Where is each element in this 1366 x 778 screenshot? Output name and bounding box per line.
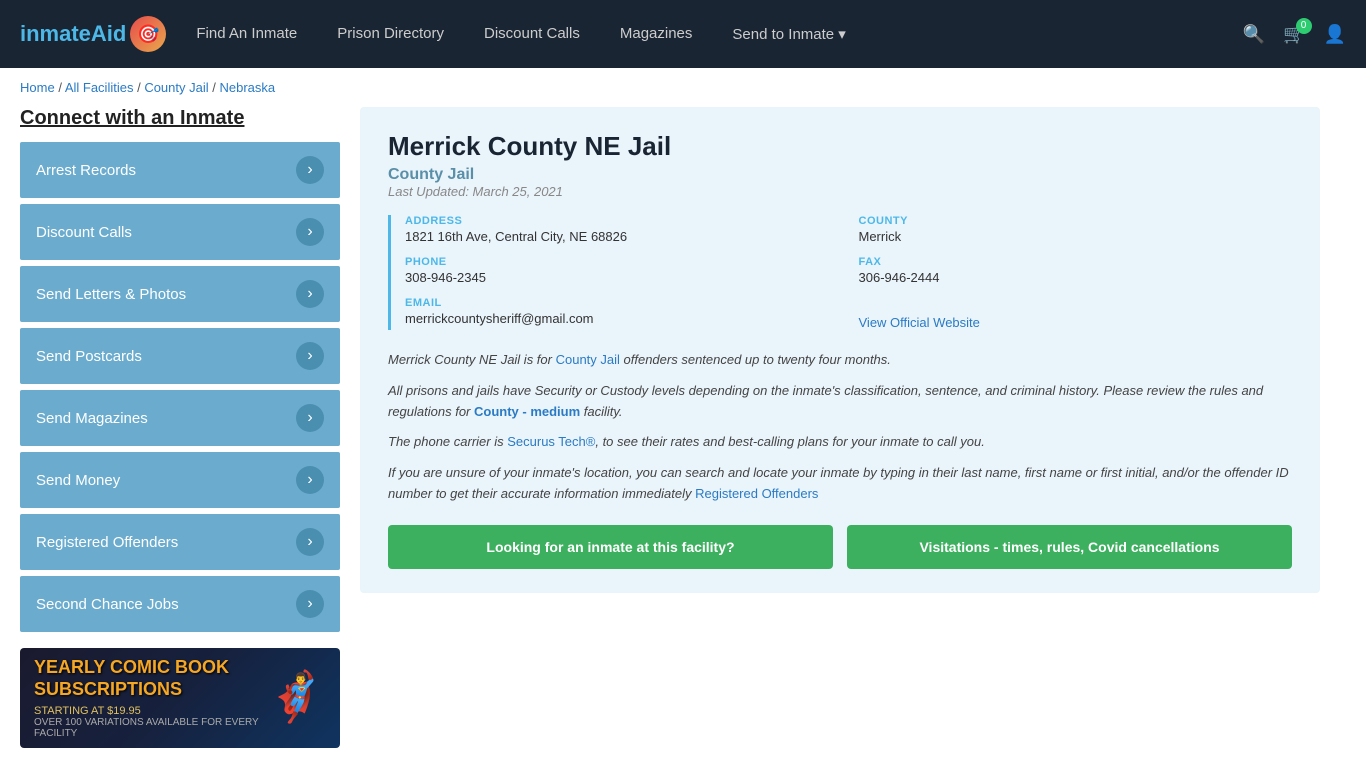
- cart-button[interactable]: 🛒 0: [1283, 24, 1305, 45]
- ad-text: YEARLY COMIC BOOKSUBSCRIPTIONS STARTING …: [34, 657, 266, 738]
- chevron-right-icon: ›: [296, 342, 324, 370]
- ad-hero-image: 🦸‍♂️: [266, 674, 326, 722]
- facility-info-grid: ADDRESS 1821 16th Ave, Central City, NE …: [388, 215, 1292, 330]
- sidebar-item-label: Send Magazines: [36, 410, 148, 427]
- nav-send-to-inmate[interactable]: Send to Inmate ▾: [732, 25, 845, 43]
- chevron-right-icon: ›: [296, 590, 324, 618]
- sidebar-item-send-letters[interactable]: Send Letters & Photos ›: [20, 266, 340, 322]
- facility-desc-1: Merrick County NE Jail is for County Jai…: [388, 350, 1292, 371]
- visitations-button[interactable]: Visitations - times, rules, Covid cancel…: [847, 525, 1292, 569]
- facility-card: Merrick County NE Jail County Jail Last …: [360, 107, 1320, 593]
- sidebar-item-label: Send Postcards: [36, 348, 142, 365]
- email-block: EMAIL merrickcountysheriff@gmail.com: [405, 297, 839, 330]
- breadcrumb: Home / All Facilities / County Jail / Ne…: [0, 68, 1366, 107]
- sidebar-item-send-postcards[interactable]: Send Postcards ›: [20, 328, 340, 384]
- county-medium-link[interactable]: County - medium: [474, 404, 580, 419]
- facility-desc-2: All prisons and jails have Security or C…: [388, 381, 1292, 423]
- view-official-website-link[interactable]: View Official Website: [859, 315, 980, 330]
- facility-desc-3: The phone carrier is Securus Tech®, to s…: [388, 432, 1292, 453]
- sidebar-item-label: Registered Offenders: [36, 534, 178, 551]
- email-label: EMAIL: [405, 297, 839, 309]
- user-button[interactable]: 👤: [1324, 24, 1346, 45]
- email-value: merrickcountysheriff@gmail.com: [405, 311, 839, 326]
- search-button[interactable]: 🔍: [1243, 24, 1265, 45]
- county-jail-link-1[interactable]: County Jail: [556, 352, 620, 367]
- registered-offenders-link[interactable]: Registered Offenders: [695, 486, 818, 501]
- breadcrumb-home[interactable]: Home: [20, 80, 55, 95]
- address-label: ADDRESS: [405, 215, 839, 227]
- chevron-right-icon: ›: [296, 280, 324, 308]
- sidebar-title: Connect with an Inmate: [20, 107, 340, 130]
- phone-block: PHONE 308-946-2345: [405, 256, 839, 285]
- sidebar-menu: Arrest Records › Discount Calls › Send L…: [20, 142, 340, 632]
- sidebar-item-discount-calls[interactable]: Discount Calls ›: [20, 204, 340, 260]
- phone-value: 308-946-2345: [405, 270, 839, 285]
- sidebar-item-second-chance-jobs[interactable]: Second Chance Jobs ›: [20, 576, 340, 632]
- phone-label: PHONE: [405, 256, 839, 268]
- find-inmate-button[interactable]: Looking for an inmate at this facility?: [388, 525, 833, 569]
- logo-icon: 🎯: [130, 16, 166, 52]
- sidebar-item-send-money[interactable]: Send Money ›: [20, 452, 340, 508]
- logo-text: inmateAid: [20, 21, 126, 47]
- sidebar-item-label: Second Chance Jobs: [36, 596, 179, 613]
- nav-prison-directory[interactable]: Prison Directory: [337, 25, 444, 43]
- securus-link[interactable]: Securus Tech®: [507, 434, 595, 449]
- sidebar-item-label: Send Money: [36, 472, 120, 489]
- chevron-right-icon: ›: [296, 218, 324, 246]
- action-buttons: Looking for an inmate at this facility? …: [388, 525, 1292, 569]
- address-block: ADDRESS 1821 16th Ave, Central City, NE …: [405, 215, 839, 244]
- address-value: 1821 16th Ave, Central City, NE 68826: [405, 229, 839, 244]
- ad-subtitle: STARTING AT $19.95: [34, 705, 266, 717]
- facility-name: Merrick County NE Jail: [388, 131, 1292, 162]
- chevron-right-icon: ›: [296, 528, 324, 556]
- logo[interactable]: inmateAid 🎯: [20, 16, 166, 52]
- main-container: Connect with an Inmate Arrest Records › …: [0, 107, 1340, 778]
- breadcrumb-state[interactable]: Nebraska: [219, 80, 275, 95]
- ad-title: YEARLY COMIC BOOKSUBSCRIPTIONS: [34, 657, 266, 700]
- ad-banner[interactable]: YEARLY COMIC BOOKSUBSCRIPTIONS STARTING …: [20, 648, 340, 748]
- nav-links: Find An Inmate Prison Directory Discount…: [196, 25, 1242, 43]
- facility-content: Merrick County NE Jail County Jail Last …: [360, 107, 1320, 748]
- chevron-right-icon: ›: [296, 466, 324, 494]
- sidebar-item-arrest-records[interactable]: Arrest Records ›: [20, 142, 340, 198]
- cart-badge: 0: [1296, 18, 1312, 34]
- sidebar-item-label: Send Letters & Photos: [36, 286, 186, 303]
- sidebar-item-registered-offenders[interactable]: Registered Offenders ›: [20, 514, 340, 570]
- sidebar-item-send-magazines[interactable]: Send Magazines ›: [20, 390, 340, 446]
- sidebar: Connect with an Inmate Arrest Records › …: [20, 107, 340, 748]
- ad-variations: OVER 100 VARIATIONS AVAILABLE FOR EVERY …: [34, 717, 266, 739]
- sidebar-item-label: Discount Calls: [36, 224, 132, 241]
- website-block: View Official Website: [859, 297, 1293, 330]
- nav-magazines[interactable]: Magazines: [620, 25, 693, 43]
- facility-updated: Last Updated: March 25, 2021: [388, 184, 1292, 199]
- sidebar-item-label: Arrest Records: [36, 162, 136, 179]
- nav-right: 🔍 🛒 0 👤: [1243, 24, 1346, 45]
- navbar: inmateAid 🎯 Find An Inmate Prison Direct…: [0, 0, 1366, 68]
- nav-find-inmate[interactable]: Find An Inmate: [196, 25, 297, 43]
- county-label: COUNTY: [859, 215, 1293, 227]
- breadcrumb-county-jail[interactable]: County Jail: [144, 80, 208, 95]
- breadcrumb-all-facilities[interactable]: All Facilities: [65, 80, 134, 95]
- county-block: COUNTY Merrick: [859, 215, 1293, 244]
- chevron-right-icon: ›: [296, 156, 324, 184]
- nav-discount-calls[interactable]: Discount Calls: [484, 25, 580, 43]
- facility-desc-4: If you are unsure of your inmate's locat…: [388, 463, 1292, 505]
- fax-value: 306-946-2444: [859, 270, 1293, 285]
- fax-label: FAX: [859, 256, 1293, 268]
- fax-block: FAX 306-946-2444: [859, 256, 1293, 285]
- chevron-right-icon: ›: [296, 404, 324, 432]
- county-value: Merrick: [859, 229, 1293, 244]
- facility-type: County Jail: [388, 166, 1292, 184]
